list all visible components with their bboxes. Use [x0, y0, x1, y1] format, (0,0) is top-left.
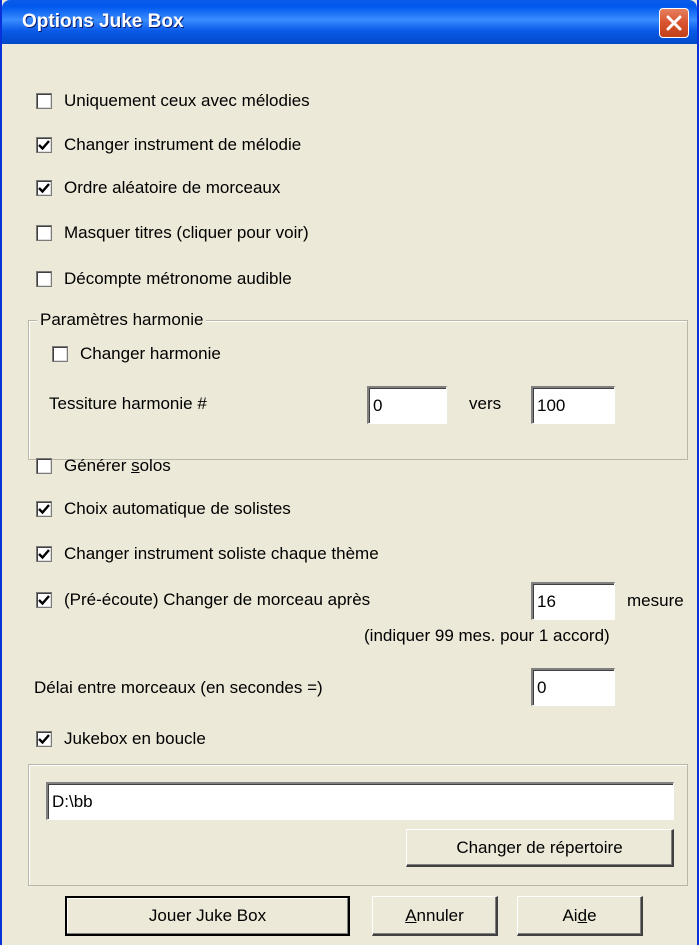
checkbox-hide-titles[interactable]: Masquer titres (cliquer pour voir) [36, 223, 309, 243]
checkbox-label: (Pré-écoute) Changer de morceau après [64, 590, 371, 609]
check-icon [38, 183, 50, 194]
checkbox-label: Ordre aléatoire de morceaux [64, 178, 281, 197]
checkbox-change-soloist-instrument[interactable]: Changer instrument soliste chaque thème [36, 544, 379, 564]
harmony-range-to-label: vers [469, 394, 502, 413]
checkbox-box[interactable] [36, 180, 52, 196]
check-icon [38, 549, 50, 560]
checkbox-loop-jukebox[interactable]: Jukebox en boucle [36, 729, 206, 749]
delay-input[interactable] [531, 668, 615, 706]
checkbox-box[interactable] [36, 225, 52, 241]
checkbox-label: Changer instrument soliste chaque thème [64, 544, 379, 563]
harmony-range-label: Tessiture harmonie # [49, 394, 207, 413]
delay-label: Délai entre morceaux (en secondes =) [34, 678, 323, 697]
check-icon [38, 595, 50, 606]
checkbox-melodies-only[interactable]: Uniquement ceux avec mélodies [36, 91, 310, 111]
checkbox-box[interactable] [36, 592, 52, 608]
checkbox-random-order[interactable]: Ordre aléatoire de morceaux [36, 178, 280, 198]
play-jukebox-button[interactable]: Jouer Juke Box [65, 896, 350, 936]
checkbox-label: Générer solos [64, 456, 171, 475]
checkbox-box[interactable] [52, 346, 68, 362]
close-icon [666, 15, 682, 31]
check-icon [38, 140, 50, 151]
harmony-range-to-input[interactable] [531, 386, 615, 424]
checkbox-label: Décompte métronome audible [64, 269, 292, 288]
help-button[interactable]: Ai d e [517, 896, 643, 936]
change-folder-button[interactable]: Changer de répertoire [406, 829, 674, 867]
folder-path-input[interactable] [46, 782, 674, 820]
harmony-range-from-input[interactable] [367, 386, 447, 424]
checkbox-label: Changer instrument de mélodie [64, 135, 302, 154]
harmony-group-title: Paramètres harmonie [37, 310, 207, 330]
checkbox-box[interactable] [36, 731, 52, 747]
dialog-content: Uniquement ceux avec mélodies Changer in… [2, 44, 697, 945]
checkbox-box[interactable] [36, 137, 52, 153]
checkbox-label: Masquer titres (cliquer pour voir) [64, 223, 309, 242]
checkbox-label: Uniquement ceux avec mélodies [64, 91, 310, 110]
dialog-window: Options Juke Box Uniquement ceux avec mé… [0, 0, 699, 945]
checkbox-audible-count-in[interactable]: Décompte métronome audible [36, 269, 292, 289]
checkbox-change-harmony[interactable]: Changer harmonie [52, 344, 221, 364]
title-bar[interactable]: Options Juke Box [2, 0, 697, 44]
checkbox-label: Changer harmonie [80, 344, 221, 363]
window-title: Options Juke Box [22, 11, 184, 32]
cancel-button[interactable]: Annuler [372, 896, 498, 936]
check-icon [38, 734, 50, 745]
preview-hint: (indiquer 99 mes. pour 1 accord) [364, 626, 610, 645]
checkbox-box[interactable] [36, 501, 52, 517]
checkbox-box[interactable] [36, 458, 52, 474]
preview-bars-input[interactable] [531, 582, 615, 620]
preview-bars-unit: mesure [627, 591, 684, 610]
checkbox-label: Jukebox en boucle [64, 729, 206, 748]
checkbox-box[interactable] [36, 93, 52, 109]
checkbox-box[interactable] [36, 271, 52, 287]
checkbox-auto-soloists[interactable]: Choix automatique de solistes [36, 499, 291, 519]
checkbox-change-melody-instrument[interactable]: Changer instrument de mélodie [36, 135, 301, 155]
checkbox-label: Choix automatique de solistes [64, 499, 291, 518]
checkbox-generate-solos[interactable]: Générer solos [36, 456, 171, 476]
close-button[interactable] [659, 8, 689, 38]
checkbox-box[interactable] [36, 546, 52, 562]
check-icon [38, 504, 50, 515]
checkbox-preview-change[interactable]: (Pré-écoute) Changer de morceau après [36, 590, 370, 610]
